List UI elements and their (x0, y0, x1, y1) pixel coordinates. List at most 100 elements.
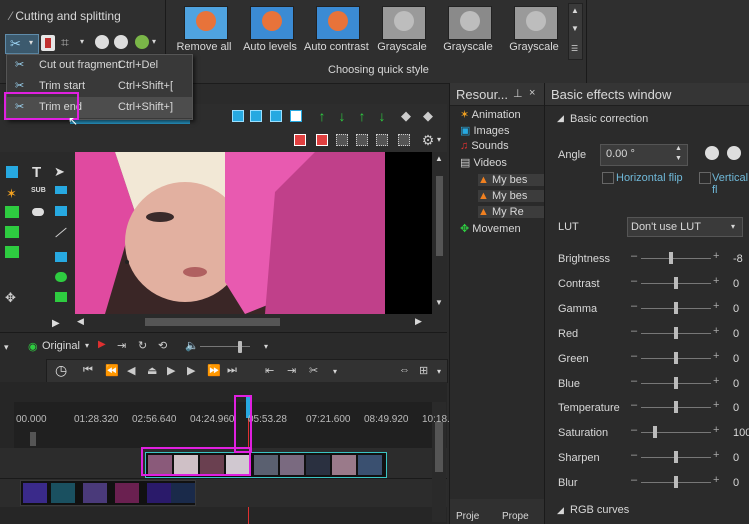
grid4-icon[interactable] (394, 131, 414, 149)
scroll-right-icon[interactable]: ▶ (415, 316, 422, 327)
step-back-icon[interactable]: ◀ (127, 364, 135, 377)
resource-tree-item[interactable]: ♫ Sounds (460, 140, 509, 152)
grid3-icon[interactable] (372, 131, 392, 149)
text-tool-icon[interactable]: T (32, 164, 41, 181)
gallery-more-icon[interactable]: ☰ (571, 44, 578, 53)
subtitle-tool-icon[interactable]: SUB (31, 187, 46, 194)
ungroup-icon[interactable]: ◆ (418, 107, 438, 125)
effect-slider-knob[interactable] (674, 301, 678, 314)
more-tools-icon[interactable]: ▶ (52, 318, 60, 329)
menu-item-cut-out[interactable]: ✂ Cut out fragment Ctrl+Del (7, 55, 192, 76)
effect-slider-knob[interactable] (674, 326, 678, 339)
rgb-collapse-icon[interactable]: ◢ (557, 505, 564, 516)
vscroll-down-icon[interactable]: ▼ (435, 298, 443, 307)
timeline-ruler[interactable] (14, 402, 434, 448)
effect-slider-knob[interactable] (652, 426, 657, 439)
section-collapse-icon[interactable]: ◢ (557, 113, 564, 124)
lut-select[interactable]: Don't use LUT ▾ (627, 217, 743, 237)
volume-dropdown-icon[interactable]: ▾ (264, 342, 268, 351)
effect-slider-knob[interactable] (674, 451, 678, 464)
settings-gear-icon[interactable]: ⚙ (418, 131, 438, 149)
minus-icon[interactable]: – (631, 250, 637, 262)
split-marker-icon[interactable]: ✂ (309, 364, 318, 377)
rotate-90-icon[interactable] (95, 35, 109, 49)
volume-knob[interactable] (238, 341, 242, 353)
vscroll-thumb[interactable] (436, 176, 443, 256)
rectangle-icon[interactable] (55, 252, 67, 262)
plus-icon[interactable]: + (713, 350, 719, 362)
audio-icon[interactable] (5, 226, 19, 238)
resource-tree-item[interactable]: ▲ My bes (478, 174, 545, 186)
minus-icon[interactable]: – (631, 424, 637, 436)
effect-slider-track[interactable] (641, 258, 711, 259)
move-down-icon[interactable]: ↓ (332, 107, 352, 125)
rotate-left-icon[interactable] (705, 146, 719, 160)
effect-slider-track[interactable] (641, 432, 711, 434)
vflip-checkbox[interactable] (699, 172, 711, 184)
video-preview[interactable] (75, 152, 447, 314)
film-cut-icon[interactable] (41, 35, 55, 51)
marker-icon[interactable]: ▶ (98, 339, 106, 350)
loop-range-icon[interactable]: ⇥ (117, 339, 126, 352)
minus-icon[interactable]: – (631, 325, 637, 337)
minus-icon[interactable]: – (631, 275, 637, 287)
resource-tree-item[interactable]: ✶ Animation (460, 108, 521, 121)
move-up-icon[interactable]: ↑ (312, 107, 332, 125)
plus-icon[interactable]: + (713, 399, 719, 411)
view-mode-dropdown-icon[interactable]: ▾ (85, 341, 89, 350)
hflip-checkbox[interactable] (602, 172, 614, 184)
ellipse-icon[interactable] (55, 272, 67, 282)
effect-slider-knob[interactable] (674, 376, 678, 389)
resource-tree-item[interactable]: ▲ My Re (478, 206, 545, 218)
resource-tree-item[interactable]: ▲ My bes (478, 190, 545, 202)
lut-dropdown-icon[interactable]: ▾ (731, 222, 735, 231)
split-tools-button[interactable]: ✂ ▾ (5, 34, 39, 54)
rect-shape-icon[interactable] (55, 186, 67, 194)
gallery-scroll[interactable]: ▲ ▼ ☰ (568, 3, 583, 60)
repeat-icon[interactable]: ↻ (138, 339, 147, 352)
prev-frame-icon[interactable]: ⏪ (105, 364, 119, 377)
image-icon[interactable] (5, 206, 19, 218)
next-frame-icon[interactable]: ⏩ (207, 364, 221, 377)
sprite-icon[interactable] (55, 206, 67, 216)
scroll-down-icon[interactable]: ▼ (571, 24, 579, 33)
bring-front-icon[interactable]: ↑ (352, 107, 372, 125)
volume-icon[interactable]: 🔈 (185, 339, 199, 352)
plus-icon[interactable]: + (713, 325, 719, 337)
video-icon[interactable] (5, 246, 19, 258)
plus-icon[interactable]: + (713, 250, 719, 262)
preview-vscroll[interactable]: ▲ ▼ (432, 152, 447, 314)
scroll-up-icon[interactable]: ▲ (571, 6, 579, 15)
plus-icon[interactable]: + (713, 424, 719, 436)
resource-tree-item[interactable]: ▣ Images (460, 124, 510, 137)
collapse-icon[interactable]: ▾ (4, 342, 9, 353)
align-middle-icon[interactable] (246, 107, 266, 125)
go-start-icon[interactable]: ⏮ (83, 364, 93, 377)
minus-icon[interactable]: – (631, 300, 637, 312)
preview-hscroll[interactable]: ◀ ▶ (75, 314, 447, 330)
video-clip-2[interactable] (20, 480, 196, 506)
quick-style-preset[interactable]: Grayscale (436, 4, 500, 56)
prev-marker-icon[interactable]: ⇤ (265, 364, 274, 377)
angle-up-icon[interactable]: ▲ (675, 145, 682, 152)
quick-style-preset[interactable]: Auto levels (238, 4, 302, 56)
quick-style-preset[interactable]: Grayscale (502, 4, 566, 56)
stop-icon[interactable]: ⏏ (147, 364, 157, 377)
step-forward-icon[interactable]: ▶ (187, 364, 195, 377)
effect-slider-knob[interactable] (674, 276, 678, 289)
go-end-icon[interactable]: ⏭ (227, 364, 237, 377)
align-center-icon[interactable] (228, 107, 248, 125)
callout-icon[interactable] (32, 208, 44, 216)
zoom-fit-icon[interactable]: ⇔ (399, 364, 410, 376)
effect-slider-knob[interactable] (674, 351, 678, 364)
grid-icon[interactable] (332, 131, 352, 149)
angle-down-icon[interactable]: ▼ (675, 155, 682, 162)
quick-style-preset[interactable]: Grayscale (370, 4, 434, 56)
rotate-right-icon[interactable] (727, 146, 741, 160)
loop-icon[interactable]: ⟲ (158, 339, 167, 352)
vscroll-up-icon[interactable]: ▲ (435, 154, 443, 163)
plus-icon[interactable]: + (713, 474, 719, 486)
move-icon[interactable]: ✥ (5, 290, 16, 306)
volume-slider[interactable] (200, 346, 250, 347)
effect-slider-knob[interactable] (674, 401, 678, 414)
